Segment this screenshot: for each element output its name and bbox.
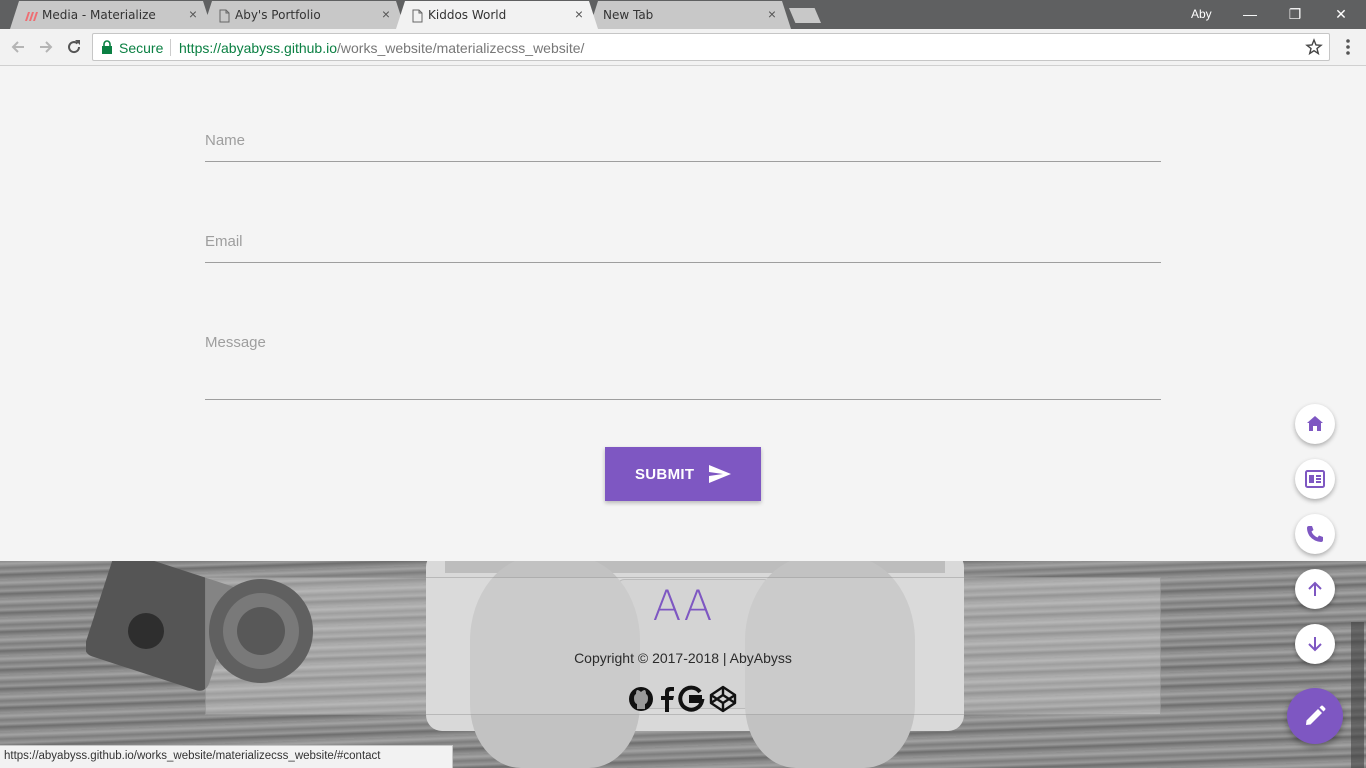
arrow-up-icon: [1308, 581, 1322, 596]
minimize-icon[interactable]: —: [1227, 0, 1273, 29]
message-field[interactable]: Message: [205, 324, 1161, 400]
tab-close-icon[interactable]: ×: [379, 7, 393, 21]
news-button[interactable]: [1295, 459, 1335, 499]
browser-toolbar: Secure https://abyabyss.github.io/works_…: [0, 29, 1366, 66]
close-window-icon[interactable]: ✕: [1318, 0, 1364, 29]
pencil-icon: [1306, 705, 1326, 725]
github-icon[interactable]: [626, 684, 656, 714]
url-text[interactable]: https://abyabyss.github.io/works_website…: [179, 40, 584, 56]
arrow-down-icon: [1308, 637, 1322, 652]
phone-button[interactable]: [1295, 514, 1335, 554]
news-icon: [1305, 470, 1325, 488]
message-label: Message: [205, 334, 266, 351]
url-path: /works_website/materializecss_website/: [337, 40, 585, 56]
omnibox-divider: [170, 39, 171, 56]
codepen-icon[interactable]: [708, 684, 738, 714]
new-tab-button[interactable]: [789, 8, 821, 23]
home-button[interactable]: [1295, 404, 1335, 444]
footer: AA Copyright © 2017-2018 | AbyAbyss: [0, 561, 1366, 768]
tab-close-icon[interactable]: ×: [572, 7, 586, 21]
tab-title: New Tab: [603, 8, 654, 22]
status-url: https://abyabyss.github.io/works_website…: [4, 750, 381, 762]
tab-close-icon[interactable]: ×: [765, 7, 779, 21]
submit-label: SUBMIT: [635, 466, 695, 483]
restore-icon[interactable]: ❐: [1272, 0, 1318, 29]
phone-icon: [1307, 526, 1323, 542]
send-icon: [709, 465, 731, 483]
google-icon[interactable]: [676, 684, 706, 714]
tab-new-tab[interactable]: New Tab ×: [589, 1, 791, 29]
tab-abys-portfolio[interactable]: Aby's Portfolio ×: [203, 1, 405, 29]
scroll-up-button[interactable]: [1295, 569, 1335, 609]
url-host: https://abyabyss.github.io: [179, 40, 337, 56]
tab-title: Media - Materialize: [42, 8, 156, 22]
tab-media-materialize[interactable]: Media - Materialize ×: [10, 1, 212, 29]
browser-titlebar: Media - Materialize × Aby's Portfolio × …: [0, 0, 1366, 29]
forward-icon[interactable]: [36, 37, 56, 57]
address-bar[interactable]: Secure https://abyabyss.github.io/works_…: [92, 33, 1330, 61]
scrollbar-thumb[interactable]: [1351, 622, 1364, 768]
email-field[interactable]: Email: [205, 223, 1161, 263]
bookmark-star-icon[interactable]: [1305, 38, 1323, 56]
materialize-favicon-icon: [24, 9, 38, 23]
footer-copyright: Copyright © 2017-2018 | AbyAbyss: [574, 650, 792, 666]
email-label: Email: [205, 233, 243, 250]
contact-section: Name Email Message SUBMIT: [0, 66, 1366, 561]
edit-fab-button[interactable]: [1287, 688, 1343, 744]
home-icon: [1307, 416, 1323, 431]
secure-label: Secure: [119, 40, 164, 56]
tab-close-icon[interactable]: ×: [186, 7, 200, 21]
page-icon: [217, 9, 231, 23]
tab-title: Aby's Portfolio: [235, 8, 321, 22]
footer-logo: AA: [652, 581, 714, 630]
tab-title: Kiddos World: [428, 8, 507, 22]
profile-name[interactable]: Aby: [1191, 7, 1212, 21]
back-icon[interactable]: [8, 37, 28, 57]
submit-button[interactable]: SUBMIT: [605, 447, 761, 501]
page-icon: [410, 9, 424, 23]
name-field[interactable]: Name: [205, 122, 1161, 162]
scroll-down-button[interactable]: [1295, 624, 1335, 664]
reload-icon[interactable]: [64, 37, 84, 57]
browser-menu-icon[interactable]: [1340, 37, 1356, 57]
lock-icon: [102, 40, 112, 54]
tab-kiddos-world[interactable]: Kiddos World ×: [396, 1, 598, 29]
status-bar: https://abyabyss.github.io/works_website…: [0, 745, 453, 768]
name-label: Name: [205, 132, 246, 149]
